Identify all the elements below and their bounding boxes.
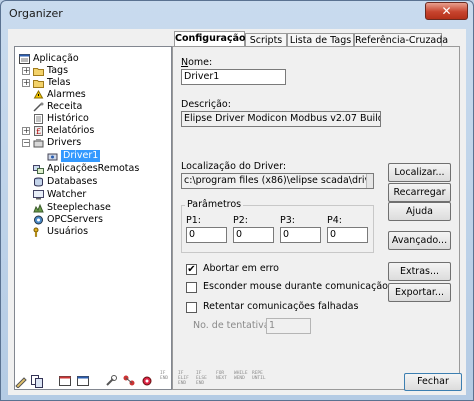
databases-icon <box>33 177 44 187</box>
drivers-icon <box>33 138 44 148</box>
tree-label: Alarmes <box>47 89 86 100</box>
tree-label: Databases <box>47 176 98 187</box>
client-area: Aplicação + Tags + Telas Alarmes Receita <box>8 29 466 395</box>
opc-servers-icon <box>33 215 44 225</box>
hide-mouse-checkbox[interactable] <box>186 282 197 293</box>
tree-label: AplicaçõesRemotas <box>47 163 140 174</box>
description-field: Elipse Driver Modicon Modbus v2.07 Build… <box>181 111 381 127</box>
tree-label: Usuários <box>47 226 89 237</box>
p3-field[interactable]: 0 <box>280 227 321 243</box>
tool-icon[interactable] <box>104 374 118 388</box>
driver-location-label: Localização do Driver: <box>181 161 287 172</box>
configuration-panel: Nome: Driver1 Descrição: Elipse Driver M… <box>172 46 460 390</box>
svg-text:£: £ <box>36 127 41 136</box>
watcher-icon <box>33 190 44 200</box>
recarregar-button[interactable]: Recarregar <box>388 183 451 202</box>
fechar-button[interactable]: Fechar <box>404 373 462 391</box>
ajuda-button[interactable]: Ajuda <box>388 202 451 221</box>
tree-label: Steeplechase <box>47 202 111 213</box>
retry-communications-label[interactable]: Retentar comunicações falhadas <box>203 301 358 312</box>
history-icon <box>33 114 44 124</box>
repeat-until-block[interactable]: REPE UNTIL <box>252 371 266 390</box>
tree-label: Histórico <box>47 113 89 124</box>
close-window-button[interactable]: ✕ <box>425 2 468 20</box>
folder-screens-icon <box>33 78 44 88</box>
hide-mouse-label[interactable]: Esconder mouse durante comunicação <box>203 281 388 292</box>
p1-field[interactable]: 0 <box>186 227 227 243</box>
avancado-button[interactable]: Avançado... <box>388 231 451 250</box>
tree-label: Watcher <box>47 189 87 200</box>
parameters-title: Parâmetros <box>185 199 244 210</box>
tree-label: Telas <box>47 77 71 88</box>
name-label: Nome: <box>181 57 213 68</box>
network-icon[interactable] <box>122 374 136 388</box>
p3-label: P3: <box>280 215 295 226</box>
scroll-edge <box>366 174 373 188</box>
tree-label: Driver1 <box>61 150 101 162</box>
tree-label: Relatórios <box>47 125 95 136</box>
if-else-end-block[interactable]: IF ELSE END <box>196 371 210 390</box>
folder-tags-icon <box>33 66 44 76</box>
abort-on-error-checkbox[interactable]: ✔ <box>186 264 197 275</box>
name-field[interactable]: Driver1 <box>181 69 286 85</box>
abort-on-error-label[interactable]: Abortar em erro <box>203 263 279 274</box>
title-bar[interactable]: Organizer ✕ <box>1 1 473 25</box>
expand-icon[interactable]: + <box>22 79 30 87</box>
for-next-block[interactable]: FOR NEXT <box>216 371 230 390</box>
driver-icon <box>47 151 58 161</box>
localizar-button[interactable]: Localizar... <box>388 163 451 182</box>
steeplechase-icon <box>33 203 44 213</box>
if-elif-end-block[interactable]: IF ELIF END <box>178 371 192 390</box>
tree-label: Aplicação <box>33 53 79 64</box>
attempts-field: 1 <box>266 318 311 334</box>
p1-label: P1: <box>186 215 201 226</box>
settings-icon[interactable] <box>140 374 154 388</box>
reports-icon: £ <box>33 126 44 136</box>
driver-location-field: c:\program files (x86)\elipse scada\driv… <box>181 173 374 189</box>
organizer-window: Organizer ✕ Aplicação + Tags + Telas Ala… <box>0 0 474 401</box>
p4-label: P4: <box>327 215 342 226</box>
tree-label: Receita <box>47 101 83 112</box>
expand-icon[interactable]: + <box>22 127 30 135</box>
p2-field[interactable]: 0 <box>233 227 274 243</box>
recipe-icon <box>33 102 44 112</box>
add-screen-icon[interactable] <box>58 374 72 388</box>
expand-icon[interactable]: + <box>22 67 30 75</box>
tree-label: OPCServers <box>47 214 103 225</box>
p4-field[interactable]: 0 <box>327 227 368 243</box>
remote-apps-icon <box>33 164 44 174</box>
while-wend-block[interactable]: WHILE WEND <box>234 371 248 390</box>
users-icon <box>33 227 44 237</box>
description-label: Descrição: <box>181 99 231 110</box>
bottom-toolbar: IF END IF ELIF END IF ELSE END FOR NEXT … <box>8 368 466 395</box>
tree-label: Drivers <box>47 137 82 148</box>
if-end-block[interactable]: IF END <box>160 371 174 390</box>
retry-communications-checkbox[interactable] <box>186 302 197 313</box>
tree-label: Tags <box>47 65 69 76</box>
edit-icon[interactable] <box>14 374 28 389</box>
exportar-button[interactable]: Exportar... <box>388 283 451 302</box>
copy-icon[interactable] <box>30 374 44 388</box>
collapse-icon[interactable]: − <box>22 139 30 147</box>
p2-label: P2: <box>233 215 248 226</box>
add-window-icon[interactable] <box>76 374 90 388</box>
window-title: Organizer <box>9 7 63 20</box>
extras-button[interactable]: Extras... <box>388 262 451 281</box>
application-tree[interactable]: Aplicação + Tags + Telas Alarmes Receita <box>14 46 172 390</box>
driver-location-value: c:\program files (x86)\elipse scada\driv… <box>184 175 373 186</box>
alarms-icon <box>33 89 44 100</box>
application-icon <box>19 54 30 64</box>
